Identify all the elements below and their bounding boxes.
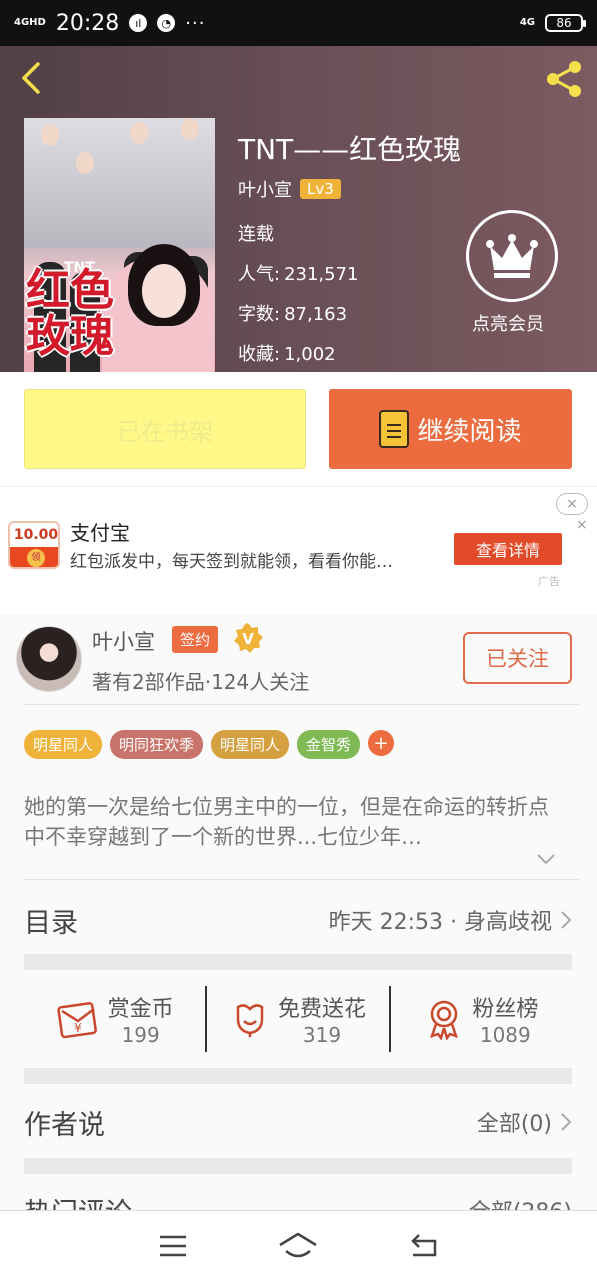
popularity-value: 231,571 — [284, 264, 359, 285]
signed-badge: 签约 — [172, 626, 219, 653]
book-cover[interactable]: TNT 红色玫瑰 — [24, 118, 215, 372]
tag-item[interactable]: 明星同人 — [24, 730, 103, 759]
home-icon — [279, 1232, 318, 1257]
author-avatar[interactable] — [16, 626, 82, 692]
stat-value: 319 — [302, 1023, 342, 1047]
action-bar: 已在书架 继续阅读 — [0, 372, 597, 486]
divider — [24, 704, 580, 705]
more-notifications: ··· — [185, 12, 206, 34]
author-name[interactable]: 叶小宣 — [92, 626, 155, 656]
book-details: 叶小宣 签约 V 著有2部作品·124人关注 已关注 明星同人 明同狂欢季 明星… — [0, 614, 597, 1229]
gauge-notification-icon: ◔ — [157, 14, 176, 32]
section-separator — [24, 1068, 572, 1084]
ad-logo: 10.00 领 — [8, 521, 60, 569]
stat-value: 199 — [121, 1023, 160, 1047]
chevron-right-icon — [561, 911, 572, 929]
divider — [24, 879, 580, 880]
favorites-value: 1,002 — [284, 344, 336, 365]
menu-button[interactable] — [153, 1226, 193, 1266]
book-word-count: 字数: 87,163 — [238, 300, 351, 326]
verified-icon: V — [234, 623, 263, 653]
tag-item[interactable]: 明星同人 — [211, 730, 290, 759]
words-label: 字数: — [238, 304, 281, 325]
return-icon — [411, 1233, 437, 1256]
vip-button[interactable] — [466, 210, 558, 302]
book-header: TNT 红色玫瑰 TNT——红色玫瑰 叶小宣 Lv3 连载 人气: 231,571… — [0, 46, 597, 372]
share-icon — [547, 61, 581, 97]
popularity-label: 人气: — [238, 264, 281, 285]
crown-icon — [486, 234, 538, 278]
ad-dismiss-icon[interactable]: × — [576, 517, 588, 533]
vip-label: 点亮会员 — [472, 314, 544, 335]
cover-title: 红色玫瑰 — [26, 265, 114, 362]
on-shelf-button[interactable]: 已在书架 — [24, 389, 306, 469]
tag-item[interactable]: 明同狂欢季 — [110, 730, 204, 759]
book-icon — [379, 410, 410, 448]
stat-label: 赏金币 — [107, 997, 174, 1022]
status-bar: 4GHD 20:28 ıl ◔ ··· 4G 86 — [0, 0, 597, 46]
author-stats: 著有2部作品·124人关注 — [92, 670, 310, 694]
catalog-latest: 昨天 22:53 · 身高歧视 — [328, 910, 552, 935]
section-separator — [24, 1158, 572, 1174]
catalog-row[interactable]: 目录 昨天 22:53 · 身高歧视 — [24, 898, 572, 942]
ad-tag: 广告 — [538, 575, 560, 588]
back-nav-button[interactable] — [404, 1226, 444, 1266]
home-button[interactable] — [278, 1226, 318, 1266]
ad-banner[interactable]: 10.00 领 支付宝 红包派发中，每天签到就能领，看看你能… 查看详情 × ×… — [0, 486, 597, 614]
medal-icon — [430, 1000, 459, 1040]
stat-label: 粉丝榜 — [472, 997, 539, 1022]
battery-indicator: 86 — [545, 14, 586, 32]
book-status: 连载 — [238, 224, 274, 245]
reward-coins-button[interactable]: ¥ 赏金币 199 — [24, 986, 205, 1052]
voice-notification-icon: ıl — [129, 14, 148, 32]
add-tag-button[interactable]: + — [368, 730, 395, 756]
back-button[interactable] — [16, 60, 52, 96]
author-says-title: 作者说 — [24, 1109, 105, 1141]
status-time: 20:28 — [55, 10, 120, 36]
ad-close-button[interactable]: × — [556, 493, 588, 515]
ad-details-button[interactable]: 查看详情 — [454, 533, 562, 565]
menu-icon — [159, 1235, 186, 1256]
ad-title: 支付宝 — [70, 521, 130, 545]
author-level-badge: Lv3 — [300, 179, 341, 199]
words-value: 87,163 — [284, 304, 348, 325]
continue-reading-button[interactable]: 继续阅读 — [329, 389, 572, 469]
support-stats: ¥ 赏金币 199 免费送花 319 粉丝榜 1089 — [24, 986, 572, 1052]
chevron-right-icon — [561, 1113, 572, 1131]
book-popularity: 人气: 231,571 — [238, 260, 363, 286]
section-separator — [24, 954, 572, 970]
send-flower-button[interactable]: 免费送花 319 — [205, 986, 388, 1052]
ad-amount: 10.00 — [13, 527, 59, 543]
mobile-network-indicator: 4G — [519, 17, 535, 28]
catalog-title: 目录 — [24, 907, 78, 939]
ad-description: 红包派发中，每天签到就能领，看看你能… — [70, 552, 393, 572]
chevron-down-icon[interactable] — [536, 852, 556, 866]
svg-text:V: V — [242, 630, 254, 648]
book-title: TNT——红色玫瑰 — [238, 133, 462, 166]
continue-reading-label: 继续阅读 — [417, 416, 522, 447]
stat-value: 1089 — [479, 1023, 531, 1047]
follow-button[interactable]: 已关注 — [463, 632, 572, 684]
favorites-label: 收藏: — [238, 344, 281, 365]
signal-strength: 4GHD — [14, 17, 46, 28]
flower-icon — [236, 1004, 264, 1037]
svg-text:¥: ¥ — [74, 1021, 82, 1035]
tag-item[interactable]: 金智秀 — [297, 730, 361, 759]
book-author[interactable]: 叶小宣 — [238, 176, 292, 202]
stat-label: 免费送花 — [277, 997, 366, 1022]
share-button[interactable] — [543, 58, 585, 100]
author-says-count: 全部(0) — [476, 1112, 552, 1137]
book-synopsis[interactable]: 她的第一次是给七位男主中的一位，但是在命运的转折点中不幸穿越到了一个新的世界..… — [24, 792, 560, 852]
system-navigation-bar — [0, 1210, 597, 1280]
red-envelope-icon: ¥ — [57, 1002, 97, 1039]
ad-stamp: 领 — [27, 549, 45, 567]
chevron-left-icon — [22, 62, 40, 94]
book-favorites: 收藏: 1,002 — [238, 340, 340, 366]
tag-list: 明星同人 明同狂欢季 明星同人 金智秀 + — [24, 730, 395, 759]
fan-ranking-button[interactable]: 粉丝榜 1089 — [388, 986, 572, 1052]
author-says-row[interactable]: 作者说 全部(0) — [24, 1100, 572, 1144]
